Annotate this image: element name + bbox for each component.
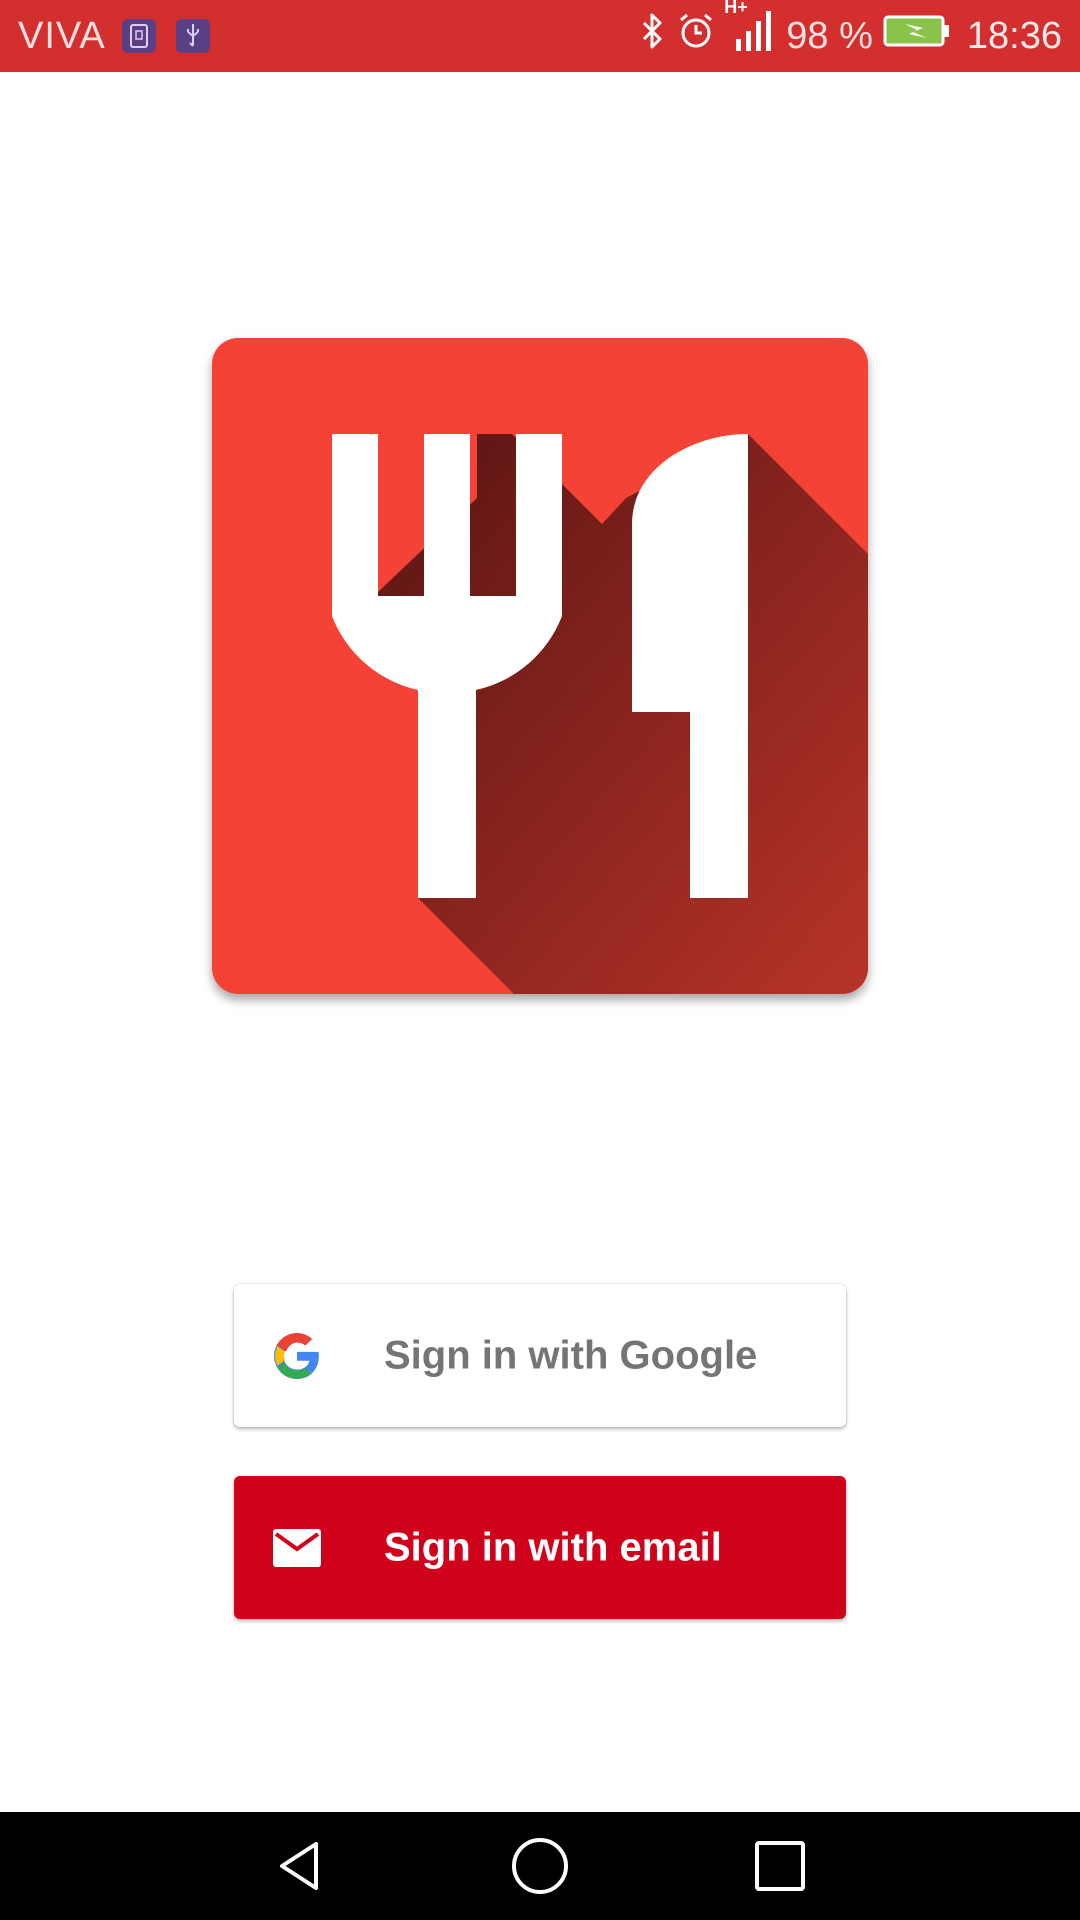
status-bar-right: H+ 98 % 18:36 bbox=[628, 0, 1062, 63]
mail-icon bbox=[272, 1523, 322, 1573]
clock: 18:36 bbox=[966, 14, 1062, 57]
sign-in-email-label: Sign in with email bbox=[384, 1525, 722, 1569]
navigation-bar bbox=[0, 1812, 1080, 1920]
battery-charging-icon bbox=[883, 14, 951, 58]
recents-icon[interactable] bbox=[750, 1836, 810, 1896]
google-g-icon bbox=[272, 1331, 322, 1381]
usb-icon bbox=[175, 19, 210, 53]
signal-icon: H+ bbox=[724, 0, 776, 63]
battery-percent: 98 % bbox=[786, 14, 873, 57]
home-icon[interactable] bbox=[510, 1836, 570, 1896]
carrier-name: VIVA bbox=[18, 14, 106, 57]
status-bar-left: VIVA bbox=[18, 15, 230, 58]
sim-card-icon bbox=[121, 19, 156, 53]
sign-in-google-label: Sign in with Google bbox=[384, 1333, 758, 1377]
sign-in-email-button[interactable]: Sign in with email bbox=[234, 1476, 846, 1619]
app-logo bbox=[212, 338, 868, 994]
fork-knife-icon bbox=[212, 338, 868, 994]
sign-in-google-button[interactable]: Sign in with Google bbox=[234, 1284, 846, 1427]
network-type-label: H+ bbox=[724, 0, 748, 17]
status-bar: VIVA H+ 98 % 18:36 bbox=[0, 0, 1080, 72]
alarm-icon bbox=[676, 11, 716, 61]
bluetooth-icon bbox=[638, 11, 666, 61]
back-icon[interactable] bbox=[270, 1836, 330, 1896]
